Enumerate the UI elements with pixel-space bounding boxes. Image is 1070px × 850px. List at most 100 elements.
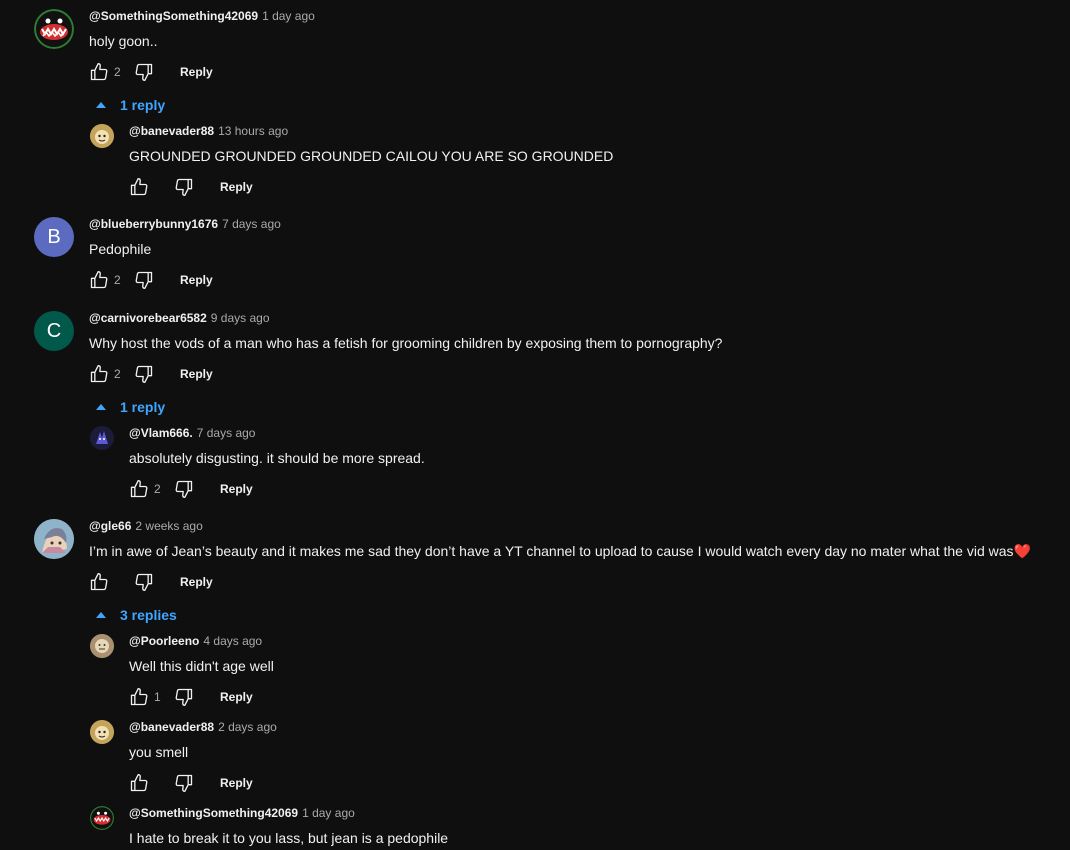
comment-text: Pedophile [89, 241, 152, 257]
avatar[interactable] [90, 806, 114, 830]
replies-toggle-label: 1 reply [120, 97, 166, 113]
caret-up-icon [96, 612, 106, 618]
replies-toggle[interactable]: 1 reply [96, 95, 165, 115]
caret-up-icon [96, 404, 106, 410]
comment-text: holy goon.. [89, 33, 158, 49]
thumbs-up-icon [130, 480, 148, 498]
comment-author[interactable]: @Vlam666. [129, 426, 193, 440]
comment-author[interactable]: @blueberrybunny1676 [89, 217, 218, 231]
comment-author[interactable]: @gle66 [89, 519, 131, 533]
dislike-button[interactable] [174, 177, 194, 197]
comment-timestamp[interactable]: 4 days ago [203, 634, 262, 648]
comment-text: I hate to break it to you lass, but jean… [129, 830, 449, 846]
comment-text: I’m in awe of Jean’s beauty and it makes… [89, 541, 1049, 561]
avatar[interactable] [90, 426, 114, 450]
comment-author[interactable]: @banevader88 [129, 124, 214, 138]
dislike-button[interactable] [134, 572, 154, 592]
reply-button[interactable]: Reply [220, 482, 253, 496]
thumbs-down-icon [135, 365, 153, 383]
thumbs-up-icon [90, 271, 108, 289]
thumbs-up-icon [90, 573, 108, 591]
heart-emoji: ❤️ [1013, 543, 1031, 559]
avatar[interactable] [34, 519, 74, 559]
caret-up-icon [96, 102, 106, 108]
comment-timestamp[interactable]: 2 weeks ago [135, 519, 202, 533]
replies-toggle[interactable]: 1 reply [96, 397, 165, 417]
comment-text-body: I’m in awe of Jean’s beauty and it makes… [89, 543, 1014, 559]
thumbs-down-icon [175, 774, 193, 792]
comment-timestamp[interactable]: 7 days ago [222, 217, 281, 231]
dislike-button[interactable] [134, 62, 154, 82]
comment-timestamp[interactable]: 9 days ago [211, 311, 270, 325]
like-button[interactable] [89, 364, 109, 384]
cartoon-face-avatar [90, 124, 114, 148]
thumbs-down-icon [175, 688, 193, 706]
avatar-letter: B [47, 225, 61, 248]
like-button[interactable] [129, 687, 149, 707]
reply-button[interactable]: Reply [180, 367, 213, 381]
like-count: 2 [154, 482, 161, 496]
comment-timestamp[interactable]: 7 days ago [197, 426, 256, 440]
monster-face-avatar [90, 806, 114, 830]
replies-toggle[interactable]: 3 replies [96, 605, 177, 625]
thumbs-down-icon [135, 271, 153, 289]
anime-character-avatar [34, 519, 74, 559]
comment-timestamp[interactable]: 1 day ago [262, 9, 315, 23]
comment-author[interactable]: @Poorleeno [129, 634, 199, 648]
reply-button[interactable]: Reply [220, 180, 253, 194]
like-button[interactable] [89, 62, 109, 82]
dislike-button[interactable] [134, 270, 154, 290]
comment-timestamp[interactable]: 13 hours ago [218, 124, 288, 138]
reply-button[interactable]: Reply [180, 273, 213, 287]
comment-author[interactable]: @banevader88 [129, 720, 214, 734]
avatar[interactable] [90, 634, 114, 658]
comment-text: you smell [129, 744, 189, 760]
like-button[interactable] [129, 773, 149, 793]
reply-button[interactable]: Reply [220, 776, 253, 790]
comment-text: GROUNDED GROUNDED GROUNDED CAILOU YOU AR… [129, 148, 614, 164]
like-button[interactable] [89, 572, 109, 592]
replies-toggle-label: 1 reply [120, 399, 166, 415]
comment-timestamp[interactable]: 2 days ago [218, 720, 277, 734]
avatar[interactable] [90, 124, 114, 148]
comment-text: Well this didn't age well [129, 658, 274, 674]
thumbs-down-icon [175, 178, 193, 196]
dislike-button[interactable] [174, 479, 194, 499]
thumbs-up-icon [90, 365, 108, 383]
avatar-letter: C [46, 319, 62, 342]
dislike-button[interactable] [174, 773, 194, 793]
replies-toggle-label: 3 replies [120, 607, 177, 623]
sketch-face-avatar [90, 634, 114, 658]
comment-author[interactable]: @SomethingSomething42069 [89, 9, 258, 23]
reply-button[interactable]: Reply [180, 65, 213, 79]
like-button[interactable] [129, 479, 149, 499]
comments-feed: @SomethingSomething42069 1 day ago holy … [0, 0, 1070, 850]
comment-text: Why host the vods of a man who has a fet… [89, 335, 723, 351]
monster-face-avatar [34, 9, 74, 49]
cartoon-face-avatar [90, 720, 114, 744]
dislike-button[interactable] [174, 687, 194, 707]
thumbs-down-icon [135, 573, 153, 591]
thumbs-up-icon [130, 774, 148, 792]
comment-author[interactable]: @carnivorebear6582 [89, 311, 207, 325]
thumbs-down-icon [135, 63, 153, 82]
like-count: 2 [114, 273, 121, 287]
like-count: 1 [154, 690, 161, 704]
comment-text: absolutely disgusting. it should be more… [129, 450, 425, 466]
avatar[interactable] [34, 9, 74, 49]
reply-button[interactable]: Reply [220, 690, 253, 704]
thumbs-down-icon [175, 480, 193, 498]
dislike-button[interactable] [134, 364, 154, 384]
comment-author[interactable]: @SomethingSomething42069 [129, 806, 298, 820]
avatar[interactable]: C [34, 311, 74, 351]
dark-character-avatar [90, 426, 114, 450]
like-button[interactable] [129, 177, 149, 197]
thumbs-up-icon [90, 63, 108, 81]
reply-button[interactable]: Reply [180, 575, 213, 589]
like-button[interactable] [89, 270, 109, 290]
avatar[interactable]: B [34, 217, 74, 257]
like-count: 2 [114, 367, 121, 381]
thumbs-up-icon [130, 178, 148, 196]
avatar[interactable] [90, 720, 114, 744]
comment-timestamp[interactable]: 1 day ago [302, 806, 355, 820]
